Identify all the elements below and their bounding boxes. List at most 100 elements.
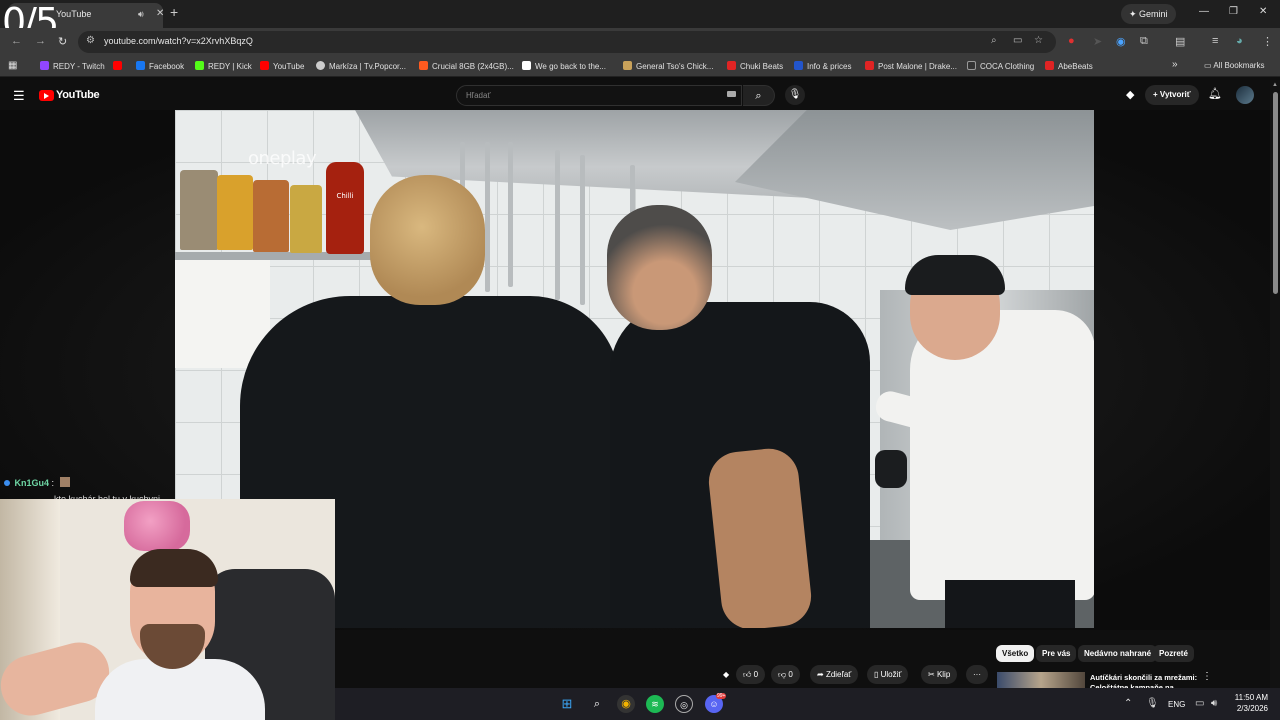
chrome-icon[interactable]: ◉ — [617, 695, 635, 713]
bookmark-star-icon[interactable]: ☆ — [1034, 35, 1043, 46]
gemini-label: Gemini — [1139, 9, 1168, 19]
clip-button[interactable]: ✂ Klip — [921, 665, 958, 684]
recommendation-title[interactable]: Autíčkári skončili za mrežami: Celoštátn… — [1090, 673, 1200, 688]
site-info-icon[interactable]: ⚙ — [86, 35, 95, 46]
spotify-icon[interactable]: ≋ — [646, 695, 664, 713]
bookmark-label: We go back to the... — [535, 62, 607, 71]
beats-icon — [1045, 61, 1054, 70]
like-count: 0 — [753, 670, 759, 679]
webcam-overlay — [0, 499, 335, 720]
profile-avatar-icon[interactable]: ◕ — [1236, 35, 1243, 47]
tray-language[interactable]: ENG — [1168, 700, 1185, 709]
back-icon[interactable]: ← — [11, 35, 22, 47]
microphone-icon[interactable]: 🎙︎ — [785, 85, 805, 105]
zoom-icon[interactable]: ⌕ — [991, 35, 997, 46]
share-label: Zdieľať — [825, 670, 852, 679]
bookmark-item[interactable] — [113, 61, 126, 71]
chip-all[interactable]: Všetko — [996, 645, 1035, 662]
recommendation-thumbnail[interactable] — [997, 672, 1085, 688]
bookmarks-overflow-icon[interactable]: » — [1172, 59, 1178, 70]
bookmark-label: Facebook — [149, 62, 185, 71]
video-scene-ladle — [555, 150, 560, 300]
crucial-icon — [419, 61, 428, 70]
bookmark-item[interactable]: We go back to the... — [522, 61, 606, 71]
tray-network-icon[interactable]: ▭ — [1195, 698, 1204, 709]
reload-icon[interactable]: ↻ — [58, 35, 67, 48]
hamburger-menu-icon[interactable]: ☰ — [13, 88, 25, 104]
create-button[interactable]: + Vytvoriť — [1145, 85, 1199, 105]
new-tab-button[interactable]: + — [170, 4, 178, 20]
bookmark-label: Crucial 8GB (2x4GB)... — [432, 62, 514, 71]
bookmark-item[interactable]: AbeBeats — [1045, 61, 1093, 71]
chip-for-you[interactable]: Pre vás — [1036, 645, 1077, 662]
window-close-button[interactable]: ✕ — [1259, 6, 1267, 17]
video-scene-jar — [253, 180, 289, 252]
youtube-logo-icon[interactable] — [39, 90, 54, 101]
scrollbar-thumb[interactable] — [1273, 92, 1278, 294]
keyboard-icon[interactable] — [727, 91, 736, 97]
tray-overflow-icon[interactable]: ⌃ — [1124, 698, 1132, 709]
bookmark-item[interactable]: YouTube — [260, 61, 304, 71]
search-button[interactable]: ⌕ — [743, 85, 775, 106]
chat-separator: : — [51, 478, 55, 488]
bookmark-item[interactable]: Chuki Beats — [727, 61, 783, 71]
video-scene-glove — [875, 450, 907, 488]
speaker-icon[interactable]: 🔊︎ — [138, 9, 144, 20]
forward-icon[interactable]: → — [35, 35, 46, 47]
chat-feedback-icon[interactable]: ◆ — [1126, 88, 1134, 101]
all-bookmarks-label: All Bookmarks — [1213, 61, 1265, 70]
bookmark-item[interactable]: Facebook — [136, 61, 184, 71]
url-text[interactable]: youtube.com/watch?v=x2XrvhXBqzQ — [104, 36, 253, 46]
notifications-bell-icon[interactable]: 🔔︎ — [1208, 87, 1222, 100]
bookmark-item[interactable]: General Tso's Chick... — [623, 61, 713, 71]
bookmarks-bar: ▦ REDY - Twitch Facebook REDY | Kick You… — [0, 56, 1280, 77]
like-button[interactable]: 👍︎ 0 — [736, 665, 766, 684]
bookmark-item[interactable]: Crucial 8GB (2x4GB)... — [419, 61, 514, 71]
extension-opera-icon[interactable]: ● — [1068, 35, 1075, 47]
webcam-scene-person — [130, 549, 218, 587]
feedback-icon[interactable]: ◆ — [716, 665, 736, 684]
apps-grid-icon[interactable]: ▦ — [8, 60, 17, 71]
tray-volume-icon[interactable]: 🔊︎ — [1211, 698, 1217, 709]
more-actions-button[interactable]: ··· — [966, 665, 988, 684]
tray-mic-icon[interactable]: 🎙︎ — [1146, 698, 1159, 709]
bookmark-item[interactable]: Post Malone | Drake... — [865, 61, 957, 71]
obs-icon[interactable]: ◎ — [675, 695, 693, 713]
bookmark-item[interactable]: Info & prices — [794, 61, 851, 71]
beats-icon — [727, 61, 736, 70]
media-control-icon[interactable]: ≡ — [1212, 35, 1218, 47]
chip-recently-uploaded[interactable]: Nedávno nahrané — [1078, 645, 1158, 662]
dislike-button[interactable]: 👎︎ 0 — [771, 665, 800, 684]
address-bar[interactable]: ⚙ youtube.com/watch?v=x2XrvhXBqzQ ⌕ ▭ ☆ — [78, 31, 1056, 53]
gemini-button[interactable]: ✦ Gemini — [1121, 4, 1176, 24]
cast-icon[interactable]: ▭ — [1013, 35, 1022, 46]
kick-icon — [195, 61, 204, 70]
bookmark-item[interactable]: REDY | Kick — [195, 61, 252, 71]
chrome-menu-icon[interactable]: ⋮ — [1262, 35, 1273, 48]
video-scene-person — [370, 175, 485, 305]
bookmark-item[interactable]: COCA Clothing — [967, 61, 1034, 71]
extension-audio-icon[interactable]: ◉ — [1116, 35, 1126, 48]
avatar[interactable] — [1236, 86, 1254, 104]
extension-arrow-icon[interactable]: ➤ — [1093, 35, 1102, 48]
bookmark-item[interactable]: REDY - Twitch — [40, 61, 105, 71]
tray-clock[interactable]: 11:50 AM 2/3/2026 — [1230, 692, 1268, 714]
taskbar-search-icon[interactable]: ⌕ — [588, 695, 606, 713]
close-icon[interactable]: ✕ — [156, 8, 164, 19]
windows-start-icon[interactable]: ⊞ — [558, 695, 576, 713]
webcam-scene-person — [95, 659, 265, 720]
recommendation-more-icon[interactable]: ⋮ — [1202, 671, 1212, 682]
minimize-button[interactable]: — — [1199, 6, 1209, 17]
scroll-up-arrow-icon[interactable]: ▲ — [1272, 82, 1278, 88]
youtube-logo-text[interactable]: YouTube — [56, 89, 100, 101]
chip-watched[interactable]: Pozreté — [1153, 645, 1194, 662]
sidepanel-icon[interactable]: ▤ — [1175, 35, 1185, 48]
video-watermark: oneplay — [248, 148, 317, 169]
restore-button[interactable]: ❐ — [1229, 6, 1238, 17]
bookmark-item[interactable]: Markíza | Tv.Popcor... — [316, 61, 406, 71]
all-bookmarks-button[interactable]: ▭ All Bookmarks — [1204, 61, 1264, 70]
extensions-puzzle-icon[interactable]: ⧉ — [1140, 35, 1148, 48]
save-button[interactable]: ▯ Uložiť — [867, 665, 909, 684]
search-input[interactable]: Hľadať — [456, 85, 742, 106]
share-button[interactable]: ➦ Zdieľať — [810, 665, 859, 684]
